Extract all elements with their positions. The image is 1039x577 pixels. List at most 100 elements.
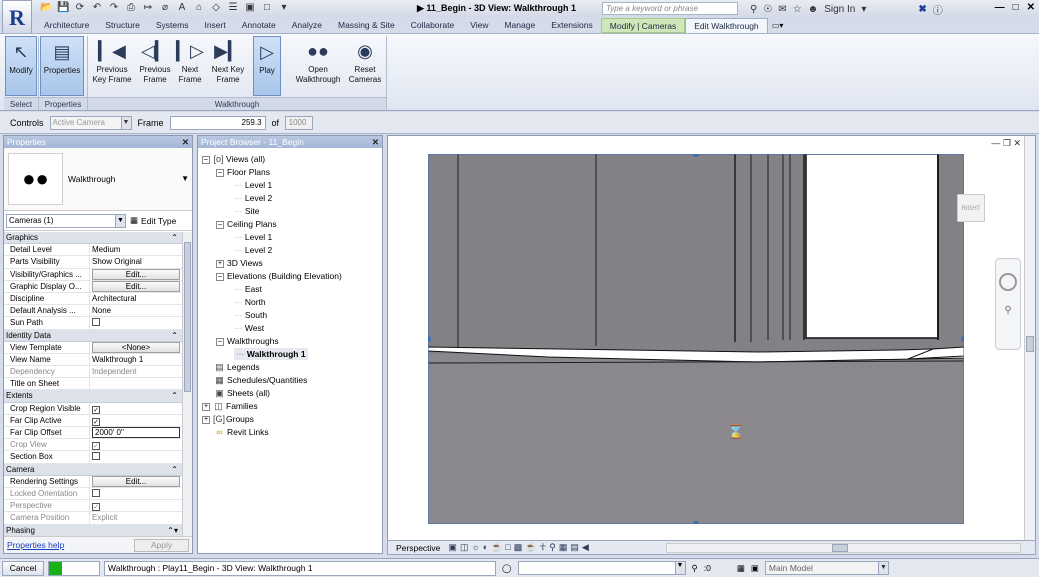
crop-region-visible-checkbox[interactable]: ✓ bbox=[92, 405, 100, 414]
tree-node-sheets[interactable]: ▣ Sheets (all) bbox=[214, 387, 270, 399]
modify-button[interactable]: ↖ Modify bbox=[5, 36, 37, 96]
tree-node-revit-links[interactable]: ∞ Revit Links bbox=[214, 426, 268, 438]
constraints-icon[interactable]: ◀ bbox=[582, 542, 589, 553]
help-search-input[interactable]: Type a keyword or phrase bbox=[602, 2, 738, 15]
panel-label-select[interactable]: Select bbox=[4, 97, 38, 110]
workset-dropdown[interactable]: ▼ bbox=[517, 561, 686, 575]
dimension-icon[interactable]: ⌀ bbox=[159, 2, 171, 13]
selection-filter-icon[interactable]: ⚲ bbox=[692, 563, 698, 574]
close-hidden-windows-icon[interactable]: ▣ bbox=[244, 2, 256, 13]
tree-node-view[interactable]: ··· Level 2 bbox=[234, 192, 272, 204]
expand-icon[interactable]: + bbox=[216, 259, 224, 268]
qat-customize-icon[interactable]: ▾ bbox=[278, 2, 290, 13]
worksets-icon[interactable]: ◯ bbox=[502, 563, 512, 574]
instance-filter-dropdown[interactable]: Cameras (1) ▼ bbox=[6, 213, 126, 228]
subscription-icon[interactable]: ☉ bbox=[763, 4, 772, 15]
tree-node-view[interactable]: ··· West bbox=[234, 322, 264, 334]
undo-icon[interactable]: ↶ bbox=[91, 2, 103, 13]
tab-collaborate[interactable]: Collaborate bbox=[403, 18, 462, 33]
close-icon[interactable]: ✕ bbox=[182, 136, 189, 148]
previous-key-frame-button[interactable]: ▎◀ Previous Key Frame bbox=[90, 36, 134, 96]
open-icon[interactable]: 📂 bbox=[40, 2, 52, 13]
restore-icon[interactable]: □ bbox=[1013, 2, 1019, 13]
group-extents[interactable]: Extents ⌃ bbox=[4, 390, 182, 403]
tree-node-groups[interactable]: + [G]Groups bbox=[202, 413, 254, 425]
open-walkthrough-button[interactable]: ●● Open Walkthrough bbox=[292, 36, 344, 96]
frame-input[interactable]: 259.3 bbox=[169, 115, 266, 130]
expand-icon[interactable]: + bbox=[202, 415, 210, 424]
tab-modify-cameras[interactable]: Modify | Cameras bbox=[600, 18, 686, 33]
sign-in-dropdown-icon[interactable]: ▾ bbox=[861, 4, 866, 15]
edit-type-button[interactable]: ▦ Edit Type bbox=[130, 215, 176, 226]
tree-node-view[interactable]: ··· Site bbox=[234, 205, 260, 217]
tree-node-floor-plans[interactable]: – Floor Plans bbox=[216, 166, 270, 178]
redo-icon[interactable]: ↷ bbox=[108, 2, 120, 13]
cube-icon[interactable]: ◫ bbox=[460, 542, 469, 553]
tree-node-ceiling-plans[interactable]: – Ceiling Plans bbox=[216, 218, 277, 230]
far-clip-offset-input[interactable]: 2000' 0" bbox=[92, 427, 180, 438]
properties-scrollbar[interactable] bbox=[182, 232, 192, 538]
binoculars-icon[interactable]: ⚲ bbox=[750, 4, 757, 15]
tree-node-view[interactable]: ··· South bbox=[234, 309, 267, 321]
favorites-star-icon[interactable]: ☆ bbox=[793, 4, 802, 15]
viewcube[interactable]: RIGHT bbox=[957, 194, 985, 222]
walkthrough-view[interactable]: — ❐ ✕ ⌛ RIGHT ⚲ bbox=[387, 135, 1036, 555]
text-icon[interactable]: A bbox=[176, 2, 188, 13]
group-graphics[interactable]: Graphics ⌃ bbox=[4, 232, 182, 245]
scroll-thumb[interactable] bbox=[1026, 336, 1034, 352]
section-icon[interactable]: ◇ bbox=[210, 2, 222, 13]
tab-insert[interactable]: Insert bbox=[196, 18, 233, 33]
measure-icon[interactable]: ↦ bbox=[142, 2, 154, 13]
group-phasing[interactable]: Phasing ⌃▾ bbox=[4, 524, 182, 537]
tab-systems[interactable]: Systems bbox=[148, 18, 197, 33]
print-icon[interactable]: ⎙ bbox=[125, 2, 137, 13]
minimize-icon[interactable]: — bbox=[995, 2, 1005, 13]
group-camera[interactable]: Camera ⌃ bbox=[4, 463, 182, 476]
sun-path-icon[interactable]: ☼ bbox=[471, 542, 479, 553]
collapse-icon[interactable]: – bbox=[216, 337, 224, 346]
expand-icon[interactable]: + bbox=[202, 402, 210, 411]
design-options-icon[interactable]: ▦ bbox=[737, 563, 745, 574]
exchange-apps-icon[interactable]: ✖ bbox=[918, 4, 926, 15]
tree-node-view[interactable]: ··· Level 1 bbox=[234, 179, 272, 191]
tab-massing-site[interactable]: Massing & Site bbox=[330, 18, 403, 33]
tab-edit-walkthrough[interactable]: Edit Walkthrough bbox=[685, 18, 768, 33]
tree-node-schedules[interactable]: ▦ Schedules/Quantities bbox=[214, 374, 307, 386]
perspective-scene[interactable] bbox=[428, 154, 964, 524]
edit-button[interactable]: Edit... bbox=[92, 280, 180, 292]
previous-frame-button[interactable]: ◁▎ Previous Frame bbox=[136, 36, 174, 96]
help-icon[interactable]: ⓘ bbox=[933, 2, 943, 17]
chevron-down-icon[interactable]: ▼ bbox=[181, 174, 189, 183]
scroll-thumb[interactable] bbox=[184, 242, 191, 392]
tree-node-view[interactable]: ··· Level 2 bbox=[234, 244, 272, 256]
tab-architecture[interactable]: Architecture bbox=[36, 18, 97, 33]
crop-view-icon[interactable]: □ bbox=[505, 542, 510, 553]
switch-windows-icon[interactable]: □ bbox=[261, 2, 273, 13]
apply-button[interactable]: Apply bbox=[134, 538, 189, 552]
ribbon-minimize-icon[interactable]: ▭▾ bbox=[768, 18, 788, 33]
tab-manage[interactable]: Manage bbox=[496, 18, 543, 33]
steering-wheel-icon[interactable] bbox=[999, 273, 1017, 291]
tab-annotate[interactable]: Annotate bbox=[234, 18, 284, 33]
unlock-view-icon[interactable]: ☕ bbox=[525, 542, 536, 553]
view-horizontal-scrollbar[interactable] bbox=[666, 543, 1021, 553]
analytical-model-icon[interactable]: ▤ bbox=[570, 542, 579, 553]
reveal-hidden-icon[interactable]: ⚲ bbox=[549, 542, 556, 553]
collapse-icon[interactable]: – bbox=[216, 168, 224, 177]
properties-help-link[interactable]: Properties help bbox=[7, 540, 64, 550]
close-icon[interactable]: ✕ bbox=[1027, 2, 1035, 13]
tree-node-view[interactable]: ··· East bbox=[234, 283, 262, 295]
editable-only-icon[interactable]: ▣ bbox=[751, 563, 759, 574]
communication-icon[interactable]: ✉ bbox=[778, 4, 786, 15]
shadows-icon[interactable]: ◐ bbox=[483, 542, 488, 553]
view-vertical-scrollbar[interactable] bbox=[1024, 136, 1035, 543]
tree-node-view[interactable]: ··· North bbox=[234, 296, 266, 308]
next-frame-button[interactable]: ▎▷ Next Frame bbox=[175, 36, 205, 96]
group-identity-data[interactable]: Identity Data ⌃ bbox=[4, 329, 182, 342]
collapse-icon[interactable]: – bbox=[216, 272, 224, 281]
restore-icon[interactable]: ❐ bbox=[1003, 138, 1011, 148]
render-icon[interactable]: ☕ bbox=[491, 542, 502, 553]
controls-dropdown[interactable]: Active Camera ▼ bbox=[49, 115, 132, 130]
type-selector[interactable]: ●● Walkthrough ▼ bbox=[4, 148, 192, 211]
view-template-button[interactable]: <None> bbox=[92, 341, 180, 353]
